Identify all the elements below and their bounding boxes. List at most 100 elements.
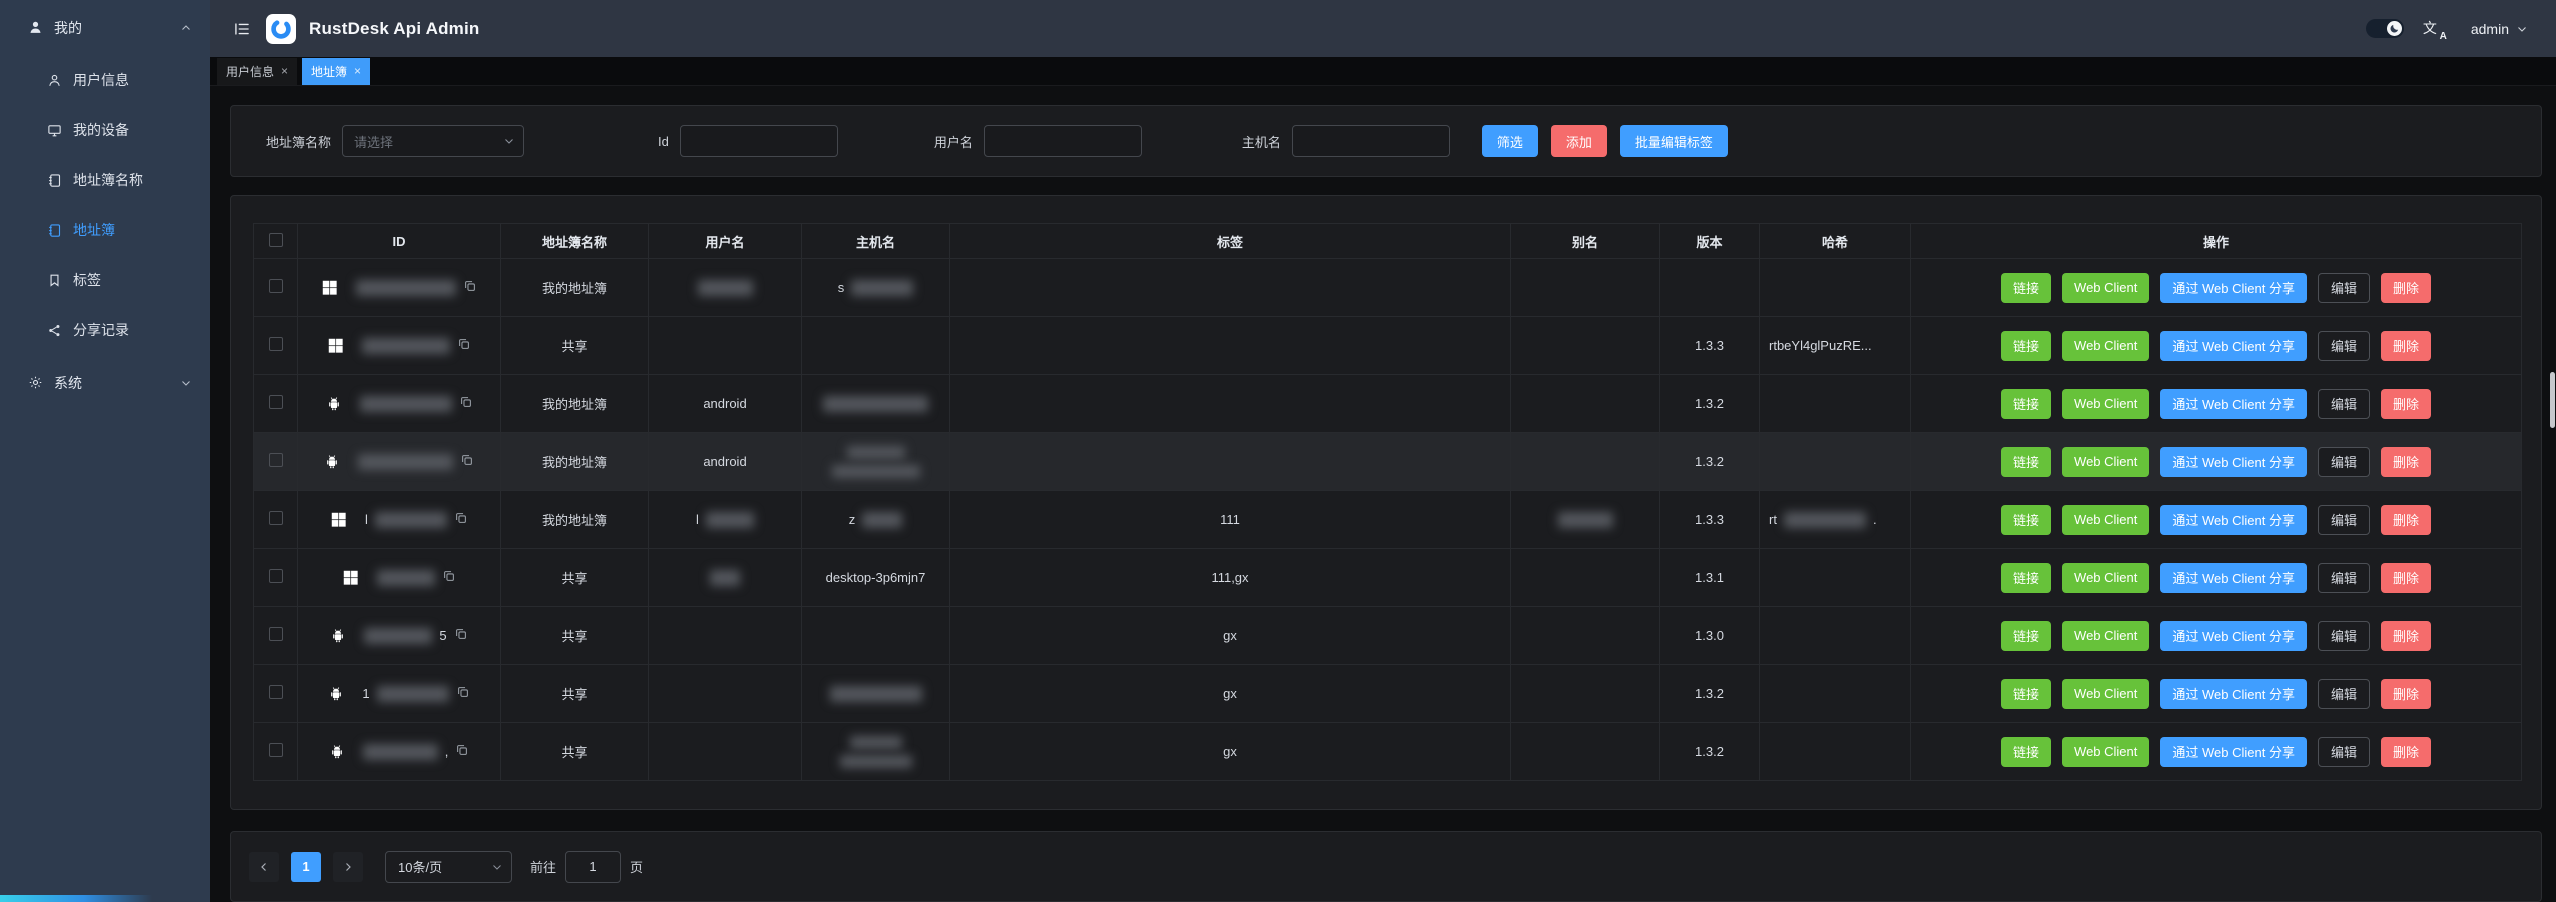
edit-button[interactable]: 编辑	[2318, 505, 2370, 535]
page-number-button[interactable]: 1	[291, 852, 321, 882]
copy-icon[interactable]	[454, 627, 468, 644]
delete-button[interactable]: 删除	[2381, 737, 2431, 767]
web-client-button[interactable]: Web Client	[2062, 621, 2149, 651]
next-page-button[interactable]	[333, 852, 363, 882]
copy-icon[interactable]	[460, 453, 474, 470]
cell-content	[802, 686, 949, 702]
web-client-button[interactable]: Web Client	[2062, 505, 2149, 535]
goto-page-input[interactable]	[565, 851, 621, 883]
copy-icon[interactable]	[454, 511, 468, 528]
link-button[interactable]: 链接	[2001, 621, 2051, 651]
copy-icon[interactable]	[456, 685, 470, 702]
copy-icon[interactable]	[459, 395, 473, 412]
delete-button[interactable]: 删除	[2381, 331, 2431, 361]
share-via-web-client-button[interactable]: 通过 Web Client 分享	[2160, 447, 2307, 477]
row-checkbox[interactable]	[269, 395, 283, 409]
sidebar-item-user-info[interactable]: 用户信息	[0, 55, 210, 105]
share-via-web-client-button[interactable]: 通过 Web Client 分享	[2160, 505, 2307, 535]
chevron-down-icon	[180, 377, 192, 389]
link-button[interactable]: 链接	[2001, 563, 2051, 593]
link-button[interactable]: 链接	[2001, 331, 2051, 361]
copy-icon[interactable]	[463, 279, 477, 296]
row-checkbox[interactable]	[269, 337, 283, 351]
addressbook-name-select[interactable]: 请选择	[342, 125, 524, 157]
edit-button[interactable]: 编辑	[2318, 621, 2370, 651]
delete-button[interactable]: 删除	[2381, 505, 2431, 535]
web-client-button[interactable]: Web Client	[2062, 447, 2149, 477]
filter-buttons: 筛选添加批量编辑标签	[1482, 125, 1728, 157]
row-checkbox[interactable]	[269, 511, 283, 525]
copy-icon[interactable]	[442, 569, 456, 586]
row-checkbox[interactable]	[269, 627, 283, 641]
app-logo-icon	[266, 14, 296, 44]
sidebar-item-my-devices[interactable]: 我的设备	[0, 105, 210, 155]
user-menu[interactable]: admin	[2471, 21, 2528, 37]
copy-icon[interactable]	[455, 743, 469, 760]
sidebar-group-system[interactable]: 系统	[0, 355, 210, 410]
sidebar-item-address-book-names[interactable]: 地址簿名称	[0, 155, 210, 205]
row-checkbox[interactable]	[269, 743, 283, 757]
web-client-button[interactable]: Web Client	[2062, 273, 2149, 303]
link-button[interactable]: 链接	[2001, 447, 2051, 477]
share-via-web-client-button[interactable]: 通过 Web Client 分享	[2160, 273, 2307, 303]
tab-address-book[interactable]: 地址簿×	[302, 58, 370, 85]
link-button[interactable]: 链接	[2001, 273, 2051, 303]
row-checkbox[interactable]	[269, 279, 283, 293]
web-client-button[interactable]: Web Client	[2062, 389, 2149, 419]
row-checkbox[interactable]	[269, 685, 283, 699]
delete-button[interactable]: 删除	[2381, 563, 2431, 593]
delete-button[interactable]: 删除	[2381, 389, 2431, 419]
web-client-button[interactable]: Web Client	[2062, 679, 2149, 709]
id-input[interactable]	[680, 125, 838, 157]
link-button[interactable]: 链接	[2001, 679, 2051, 709]
hostname-input[interactable]	[1292, 125, 1450, 157]
select-all-checkbox[interactable]	[269, 233, 283, 247]
web-client-button[interactable]: Web Client	[2062, 331, 2149, 361]
share-via-web-client-button[interactable]: 通过 Web Client 分享	[2160, 737, 2307, 767]
sidebar-item-share-records[interactable]: 分享记录	[0, 305, 210, 355]
share-via-web-client-button[interactable]: 通过 Web Client 分享	[2160, 389, 2307, 419]
web-client-button[interactable]: Web Client	[2062, 563, 2149, 593]
link-button[interactable]: 链接	[2001, 389, 2051, 419]
edit-button[interactable]: 编辑	[2318, 273, 2370, 303]
copy-icon[interactable]	[457, 337, 471, 354]
username-input[interactable]	[984, 125, 1142, 157]
share-via-web-client-button[interactable]: 通过 Web Client 分享	[2160, 621, 2307, 651]
edit-button[interactable]: 编辑	[2318, 679, 2370, 709]
edit-button[interactable]: 编辑	[2318, 389, 2370, 419]
tags-cell	[950, 375, 1511, 433]
edit-button[interactable]: 编辑	[2318, 737, 2370, 767]
sidebar-group-my[interactable]: 我的	[0, 0, 210, 55]
delete-button[interactable]: 删除	[2381, 447, 2431, 477]
sidebar-item-address-book[interactable]: 地址簿	[0, 205, 210, 255]
alias-cell	[1511, 723, 1660, 781]
delete-button[interactable]: 删除	[2381, 679, 2431, 709]
tab-user-info[interactable]: 用户信息×	[217, 58, 297, 85]
close-icon[interactable]: ×	[354, 64, 361, 78]
row-checkbox[interactable]	[269, 453, 283, 467]
edit-button[interactable]: 编辑	[2318, 331, 2370, 361]
web-client-button[interactable]: Web Client	[2062, 737, 2149, 767]
share-via-web-client-button[interactable]: 通过 Web Client 分享	[2160, 679, 2307, 709]
page-size-select[interactable]: 10条/页	[385, 851, 512, 883]
translate-icon[interactable]: 文A	[2423, 18, 2445, 40]
share-via-web-client-button[interactable]: 通过 Web Client 分享	[2160, 331, 2307, 361]
delete-button[interactable]: 删除	[2381, 621, 2431, 651]
scrollbar-thumb[interactable]	[2550, 372, 2555, 428]
row-checkbox[interactable]	[269, 569, 283, 583]
theme-toggle[interactable]	[2366, 19, 2404, 38]
filter-field: 地址簿名称请选择	[266, 125, 524, 157]
filter-button[interactable]: 筛选	[1482, 125, 1538, 157]
edit-button[interactable]: 编辑	[2318, 563, 2370, 593]
prev-page-button[interactable]	[249, 852, 279, 882]
close-icon[interactable]: ×	[281, 64, 288, 78]
share-via-web-client-button[interactable]: 通过 Web Client 分享	[2160, 563, 2307, 593]
link-button[interactable]: 链接	[2001, 505, 2051, 535]
edit-button[interactable]: 编辑	[2318, 447, 2370, 477]
delete-button[interactable]: 删除	[2381, 273, 2431, 303]
fold-menu-icon[interactable]	[233, 20, 251, 38]
sidebar-item-tags[interactable]: 标签	[0, 255, 210, 305]
add-button[interactable]: 添加	[1551, 125, 1607, 157]
batch-edit-tags-button[interactable]: 批量编辑标签	[1620, 125, 1728, 157]
link-button[interactable]: 链接	[2001, 737, 2051, 767]
